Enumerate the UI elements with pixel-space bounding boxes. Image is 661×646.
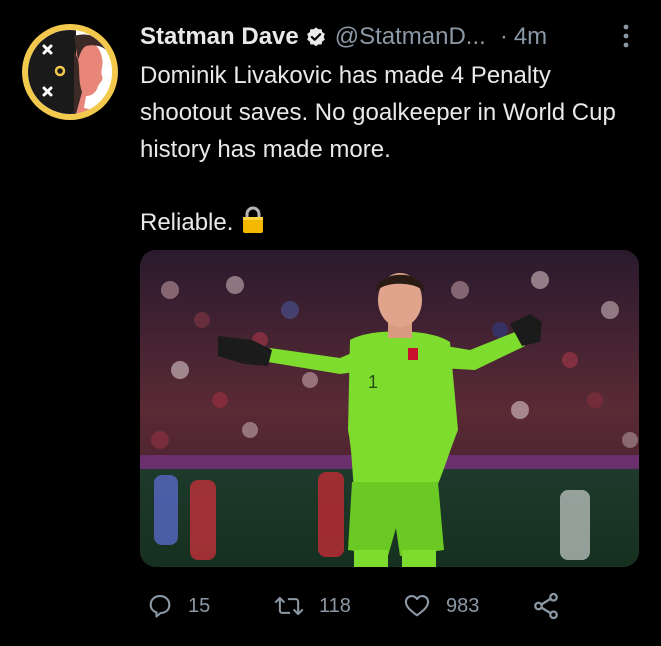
tweet-text-body: Dominik Livakovic has made 4 Penalty sho… xyxy=(140,62,616,163)
lock-emoji-icon xyxy=(243,206,264,233)
retweet-icon xyxy=(274,596,304,616)
reply-icon xyxy=(149,595,171,618)
verified-badge-icon xyxy=(306,27,325,47)
tweet-media-image[interactable]: 1 xyxy=(140,250,639,567)
share-icon xyxy=(534,592,558,620)
reply-button[interactable]: 15 xyxy=(146,586,210,626)
tweet-text-tagline: Reliable. xyxy=(140,204,645,241)
retweet-button[interactable]: 118 xyxy=(273,586,351,626)
like-icon xyxy=(404,595,430,617)
display-name[interactable]: Statman Dave xyxy=(140,23,299,51)
timestamp[interactable]: 4m xyxy=(514,23,547,51)
avatar[interactable] xyxy=(22,24,118,120)
tweet-header: Statman Dave @StatmanD... · 4m xyxy=(140,20,640,54)
avatar-logo xyxy=(28,30,112,114)
like-count: 983 xyxy=(446,594,480,617)
reply-count: 15 xyxy=(188,594,211,617)
separator-dot: · xyxy=(499,23,508,50)
tweet-text: Dominik Livakovic has made 4 Penalty sho… xyxy=(140,57,645,241)
share-button[interactable] xyxy=(531,586,575,626)
more-options-icon[interactable] xyxy=(619,22,633,50)
like-button[interactable]: 983 xyxy=(402,586,479,626)
goalkeeper-photo: 1 xyxy=(140,250,639,567)
tweet[interactable]: Statman Dave @StatmanD... · 4m Dominik L… xyxy=(0,0,661,646)
jersey-number: 1 xyxy=(368,372,378,392)
tagline-text: Reliable. xyxy=(140,209,234,236)
tweet-actions: 15 118 983 xyxy=(140,586,640,626)
retweet-count: 118 xyxy=(319,594,351,617)
user-handle[interactable]: @StatmanD... xyxy=(335,23,486,51)
